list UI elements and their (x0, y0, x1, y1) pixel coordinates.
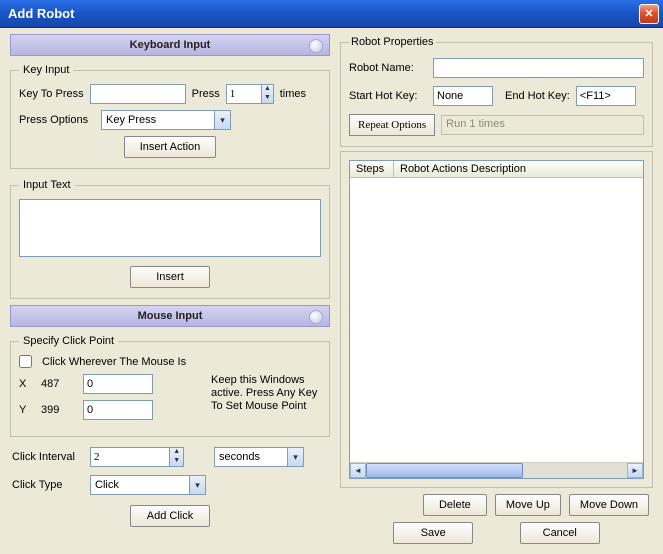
robot-name-label: Robot Name: (349, 62, 427, 74)
robot-name-input[interactable] (433, 58, 644, 78)
window-title: Add Robot (8, 6, 74, 21)
key-to-press-input[interactable] (90, 84, 186, 104)
specify-click-legend: Specify Click Point (19, 335, 118, 347)
press-label: Press (192, 88, 220, 100)
click-interval-unit-value: seconds (215, 450, 287, 464)
click-interval-spinner[interactable]: ▲▼ (90, 447, 184, 467)
col-desc[interactable]: Robot Actions Description (394, 161, 643, 177)
click-wherever-label: Click Wherever The Mouse Is (42, 356, 186, 368)
times-label: times (280, 88, 306, 100)
save-button[interactable]: Save (393, 522, 473, 544)
repeat-info: Run 1 times (441, 115, 644, 135)
spin-up-icon[interactable]: ▲ (264, 85, 271, 94)
collapse-icon[interactable] (309, 39, 323, 53)
press-count-input[interactable] (227, 85, 261, 103)
keyboard-heading-label: Keyboard Input (130, 39, 211, 51)
scroll-right-icon[interactable]: ► (627, 463, 643, 478)
end-hotkey-label: End Hot Key: (505, 90, 570, 102)
move-down-button[interactable]: Move Down (569, 494, 649, 516)
input-text-group: Input Text Insert (10, 179, 330, 299)
click-interval-input[interactable] (91, 448, 169, 466)
start-hotkey-label: Start Hot Key: (349, 90, 427, 102)
scroll-track[interactable] (366, 463, 627, 478)
repeat-options-button[interactable]: Repeat Options (349, 114, 435, 136)
click-type-combo[interactable]: Click (90, 475, 206, 495)
chevron-down-icon[interactable] (287, 448, 303, 466)
y-current: 399 (41, 404, 75, 416)
spin-up-icon[interactable]: ▲ (173, 448, 180, 457)
scroll-thumb[interactable] (366, 463, 523, 478)
key-to-press-label: Key To Press (19, 88, 84, 100)
dialog-buttons: Save Cancel (340, 522, 653, 544)
col-steps[interactable]: Steps (350, 161, 394, 177)
x-current: 487 (41, 378, 75, 390)
input-text-legend: Input Text (19, 179, 75, 191)
press-options-label: Press Options (19, 114, 95, 126)
scroll-left-icon[interactable]: ◄ (350, 463, 366, 478)
mouse-heading-label: Mouse Input (138, 310, 203, 322)
specify-click-group: Specify Click Point Click Wherever The M… (10, 335, 330, 437)
click-interval-unit-combo[interactable]: seconds (214, 447, 304, 467)
end-hotkey-input[interactable] (576, 86, 636, 106)
spin-down-icon[interactable]: ▼ (264, 94, 271, 103)
horizontal-scrollbar[interactable]: ◄ ► (350, 462, 643, 478)
y-label: Y (19, 404, 33, 416)
click-type-label: Click Type (12, 479, 84, 491)
key-input-group: Key Input Key To Press Press ▲▼ times Pr… (10, 64, 330, 169)
key-input-legend: Key Input (19, 64, 73, 76)
client-area: Keyboard Input Key Input Key To Press Pr… (4, 28, 659, 550)
right-column: Robot Properties Robot Name: Start Hot K… (340, 34, 653, 544)
click-type-value: Click (91, 478, 189, 492)
input-text-area[interactable] (19, 199, 321, 257)
move-up-button[interactable]: Move Up (495, 494, 561, 516)
mouse-hint: Keep this Windows active. Press Any Key … (211, 374, 321, 413)
x-input[interactable] (83, 374, 153, 394)
start-hotkey-input[interactable] (433, 86, 493, 106)
row-action-buttons: Delete Move Up Move Down (340, 494, 653, 516)
title-bar: Add Robot ✕ (0, 0, 663, 28)
y-input[interactable] (83, 400, 153, 420)
click-wherever-checkbox[interactable] (19, 355, 32, 368)
chevron-down-icon[interactable] (214, 111, 230, 129)
robot-properties-legend: Robot Properties (349, 36, 436, 48)
left-column: Keyboard Input Key Input Key To Press Pr… (10, 34, 330, 544)
spin-down-icon[interactable]: ▼ (173, 457, 180, 466)
actions-table-wrap: Steps Robot Actions Description ◄ ► (340, 151, 653, 488)
actions-table: Steps Robot Actions Description ◄ ► (349, 160, 644, 479)
add-click-button[interactable]: Add Click (130, 505, 210, 527)
collapse-icon[interactable] (309, 310, 323, 324)
delete-button[interactable]: Delete (423, 494, 487, 516)
chevron-down-icon[interactable] (189, 476, 205, 494)
table-body[interactable] (350, 178, 643, 462)
close-button[interactable]: ✕ (639, 4, 659, 24)
press-count-spinner[interactable]: ▲▼ (226, 84, 274, 104)
table-header: Steps Robot Actions Description (350, 161, 643, 178)
insert-text-button[interactable]: Insert (130, 266, 210, 288)
mouse-input-header: Mouse Input (10, 305, 330, 327)
press-options-combo[interactable]: Key Press (101, 110, 231, 130)
robot-properties-group: Robot Properties Robot Name: Start Hot K… (340, 36, 653, 147)
click-interval-label: Click Interval (12, 451, 84, 463)
cancel-button[interactable]: Cancel (520, 522, 600, 544)
insert-action-button[interactable]: Insert Action (124, 136, 216, 158)
x-label: X (19, 378, 33, 390)
press-options-value: Key Press (102, 113, 214, 127)
keyboard-input-header: Keyboard Input (10, 34, 330, 56)
